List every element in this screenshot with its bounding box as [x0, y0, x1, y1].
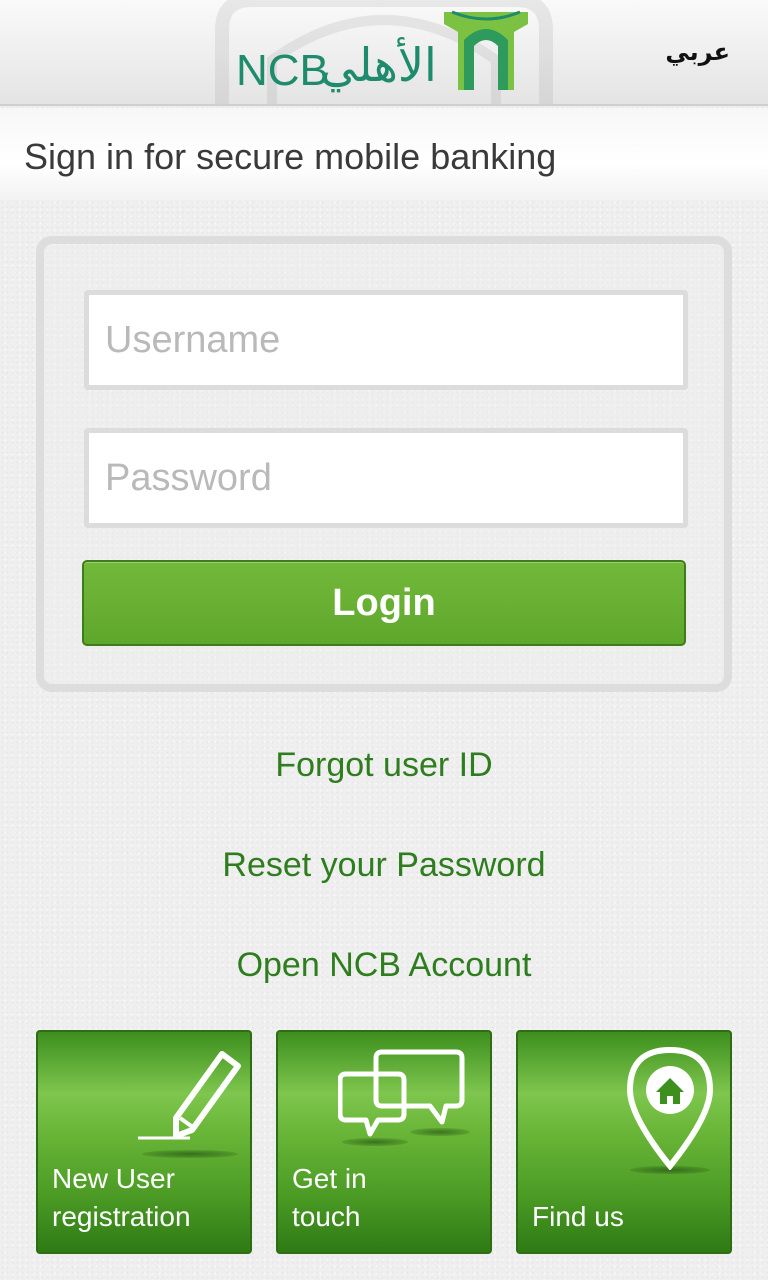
new-user-registration-tile[interactable]: New User registration — [36, 1030, 252, 1254]
find-us-tile[interactable]: Find us — [516, 1030, 732, 1254]
language-toggle-link[interactable]: عربي — [665, 38, 730, 66]
login-panel: Login — [36, 236, 732, 692]
username-input[interactable] — [84, 290, 688, 390]
password-input[interactable] — [84, 428, 688, 528]
tile-label: New User registration — [52, 1160, 191, 1236]
get-in-touch-tile[interactable]: Get in touch — [276, 1030, 492, 1254]
tile-label: Find us — [532, 1198, 624, 1236]
chat-bubbles-icon — [338, 1049, 465, 1137]
tile-label-line2: registration — [52, 1201, 191, 1232]
tile-label: Get in touch — [292, 1160, 367, 1236]
location-pin-icon — [626, 1046, 714, 1170]
tile-label-line1: Find us — [532, 1201, 624, 1232]
icon-shadow — [142, 1150, 238, 1158]
login-button[interactable]: Login — [82, 560, 686, 646]
page-title: Sign in for secure mobile banking — [24, 136, 557, 177]
ncb-logo-icon — [444, 10, 528, 90]
tile-label-line2: touch — [292, 1201, 361, 1232]
logo-text-latin: NCB — [236, 46, 329, 95]
forgot-user-id-link[interactable]: Forgot user ID — [0, 746, 768, 785]
reset-password-link[interactable]: Reset your Password — [0, 846, 768, 885]
pencil-icon — [138, 1051, 241, 1140]
subheader-bar: Sign in for secure mobile banking — [0, 108, 768, 200]
open-account-link[interactable]: Open NCB Account — [0, 946, 768, 985]
app-header: NCB الأهلي عربي — [0, 0, 768, 106]
tile-label-line1: Get in — [292, 1163, 367, 1194]
logo-text-arabic: الأهلي — [320, 38, 437, 92]
tile-label-line1: New User — [52, 1163, 175, 1194]
